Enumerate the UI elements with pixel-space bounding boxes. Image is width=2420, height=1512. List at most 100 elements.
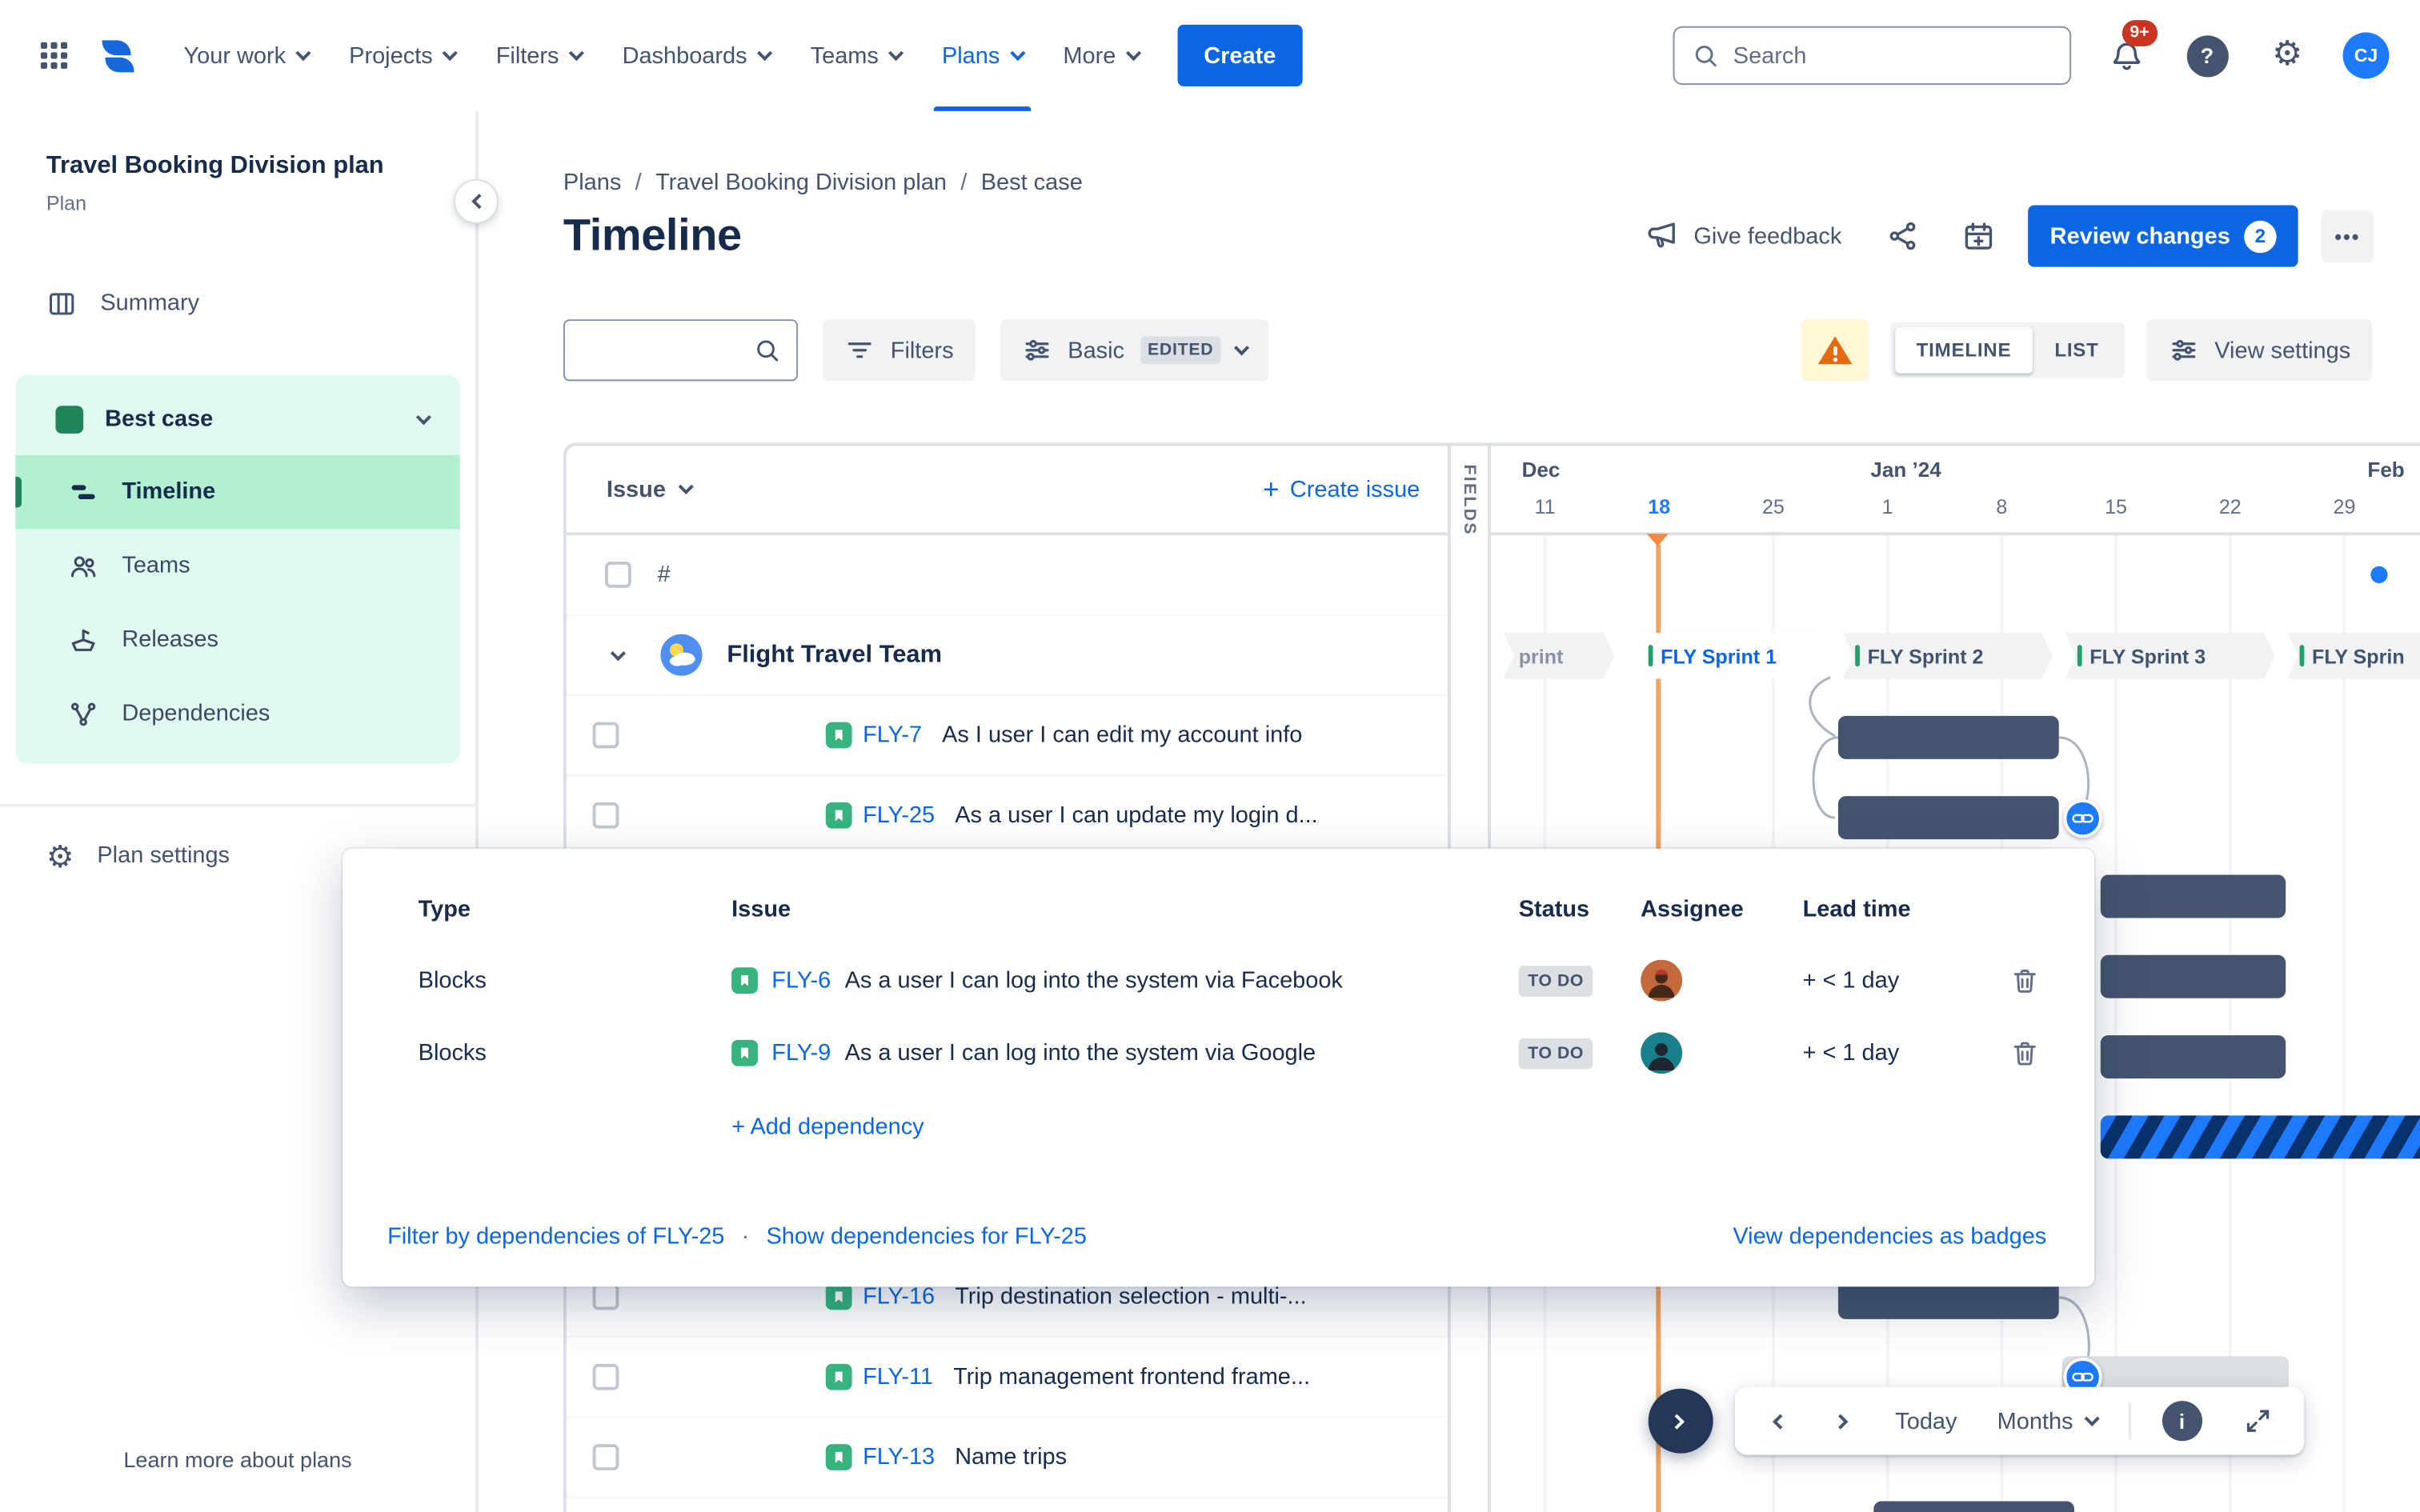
gantt-bar[interactable] [1837,796,2059,840]
issue-row[interactable]: FLY-11 Trip management frontend frame... [566,1338,1448,1418]
fullscreen-button[interactable] [2224,1390,2292,1452]
grid-line [2342,535,2346,1512]
share-button[interactable] [1877,210,1930,262]
row-checkbox[interactable] [592,1363,619,1390]
issue-row[interactable]: FLY-13 Name trips [566,1418,1448,1498]
collapse-sidebar-button[interactable] [455,180,497,222]
team-group-row[interactable]: Flight Travel Team [566,615,1448,696]
sprint-chip[interactable]: FLY Sprin [2287,633,2420,679]
menu-teams[interactable]: Teams [791,0,922,111]
view-mode-button[interactable]: Basic EDITED [1000,319,1269,382]
breadcrumb-plans[interactable]: Plans [563,170,621,196]
menu-more[interactable]: More [1043,0,1159,111]
scenario-best-case[interactable]: Best case [15,384,459,455]
sidebar-item-summary[interactable]: Summary [0,270,475,338]
search-input[interactable] [1733,42,2053,69]
sidebar-item-releases[interactable]: Releases [15,603,459,678]
info-button[interactable]: i [2143,1390,2220,1452]
create-button[interactable]: Create [1177,24,1303,86]
breadcrumb-plan-name[interactable]: Travel Booking Division plan [655,170,947,196]
expand-panel-button[interactable] [1648,1388,1713,1454]
app-switcher-button[interactable] [25,26,83,85]
expand-group-icon[interactable] [610,645,626,661]
issue-key-link[interactable]: FLY-9 [771,1040,831,1066]
board-search[interactable] [563,319,799,382]
zoom-dropdown[interactable]: Months [1978,1390,2116,1452]
sidebar-item-dependencies[interactable]: Dependencies [15,677,459,751]
gantt-bar-selected[interactable] [2100,1115,2420,1159]
delete-dependency-button[interactable] [2001,1030,2048,1076]
notifications-button[interactable]: 9+ [2102,20,2158,81]
menu-your-work[interactable]: Your work [163,0,329,111]
filters-button[interactable]: Filters [822,319,976,382]
issue-key-link[interactable]: FLY-25 [863,802,935,829]
issue-column-header[interactable]: Issue [607,476,695,502]
menu-filters[interactable]: Filters [476,0,603,111]
filter-by-dependencies-link[interactable]: Filter by dependencies of FLY-25 [387,1223,724,1250]
issue-key-link[interactable]: FLY-6 [771,967,831,994]
unscheduled-dot[interactable] [2370,566,2388,583]
more-actions-button[interactable]: ••• [2321,210,2374,262]
jira-logo[interactable] [86,25,148,86]
learn-more-link[interactable]: Learn more about plans [0,1447,475,1472]
trash-icon [2013,1041,2036,1065]
review-changes-button[interactable]: Review changes 2 [2028,205,2298,267]
sidebar-item-timeline[interactable]: Timeline [15,454,460,530]
gantt-bar[interactable] [2100,954,2286,998]
row-checkbox[interactable] [592,802,619,829]
issue-key-link[interactable]: FLY-7 [863,722,922,749]
dependency-popup: Type Issue Status Assignee Lead time Blo… [343,848,2095,1287]
scroll-right-button[interactable] [1812,1390,1873,1452]
gantt-bar[interactable] [1873,1501,2074,1512]
sprint-chip[interactable]: FLY Sprint 3 [2065,633,2274,679]
settings-button[interactable]: ⚙ [2262,31,2312,81]
menu-dashboards[interactable]: Dashboards [603,0,791,111]
sprint-chip-active[interactable]: FLY Sprint 1 [1636,633,1830,679]
row-checkbox[interactable] [592,722,619,749]
dependency-link-icon[interactable] [2063,798,2102,838]
board-search-input[interactable] [580,337,754,364]
view-settings-button[interactable]: View settings [2146,319,2373,382]
warnings-button[interactable] [1801,319,1869,382]
show-dependencies-link[interactable]: Show dependencies for FLY-25 [766,1223,1086,1250]
issue-row[interactable]: FLY-7 As I user I can edit my account in… [566,696,1448,777]
global-search[interactable] [1673,26,2072,86]
today-button[interactable]: Today [1877,1390,1975,1452]
sidebar-item-teams[interactable]: Teams [15,529,459,603]
breadcrumb-scenario[interactable]: Best case [981,170,1083,196]
menu-plans[interactable]: Plans [922,0,1043,111]
sprint-status-notch [2300,645,2305,666]
info-icon: i [2162,1401,2202,1442]
issue-key-link[interactable]: FLY-11 [863,1364,933,1390]
create-issue-button[interactable]: + Create issue [1263,475,1420,503]
sprint-chip[interactable]: print [1503,633,1614,679]
edited-badge: EDITED [1140,336,1222,365]
issue-summary: Name trips [955,1444,1068,1470]
issue-key-link[interactable]: FLY-13 [863,1444,935,1470]
sprint-status-notch [1855,645,1860,666]
tab-list[interactable]: LIST [2033,327,2120,374]
story-type-icon [731,1039,758,1066]
gantt-bar[interactable] [2100,874,2286,918]
sprint-chip[interactable]: FLY Sprint 2 [1843,633,2053,679]
give-feedback-button[interactable]: Give feedback [1646,219,1841,253]
row-checkbox[interactable] [592,1444,619,1470]
gantt-bar[interactable] [1837,715,2059,759]
schedule-button[interactable] [1953,210,2005,262]
scroll-left-button[interactable] [1747,1390,1809,1452]
issue-row[interactable]: FLY-25 As a user I can update my login d… [566,776,1448,857]
add-dependency-link[interactable]: + Add dependency [731,1114,924,1140]
gantt-bar[interactable] [2100,1035,2286,1079]
user-avatar[interactable]: CJ [2342,32,2390,79]
tab-timeline[interactable]: TIMELINE [1894,326,2033,374]
menu-projects[interactable]: Projects [329,0,476,111]
timeline-controls: Today Months i [1648,1386,2304,1455]
view-dependencies-as-badges-link[interactable]: View dependencies as badges [1733,1223,2046,1250]
issue-key-link[interactable]: FLY-16 [863,1284,935,1310]
create-issue-label: Create issue [1289,475,1420,502]
select-all-checkbox[interactable] [604,561,631,588]
help-button[interactable]: ? [2182,31,2232,81]
sidebar-item-label: Dependencies [122,701,270,727]
row-checkbox[interactable] [592,1283,619,1310]
delete-dependency-button[interactable] [2001,958,2048,1004]
